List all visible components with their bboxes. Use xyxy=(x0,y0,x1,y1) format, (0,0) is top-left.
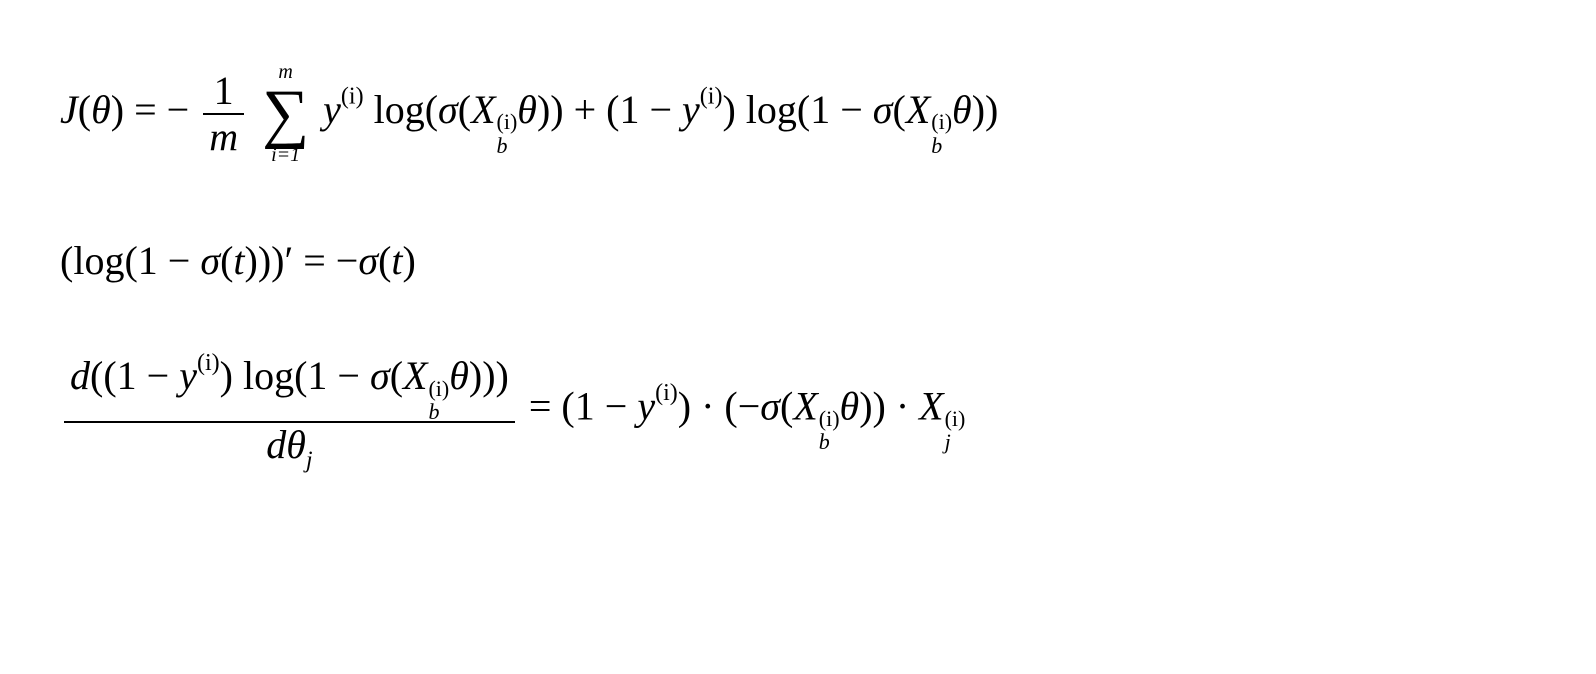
subscript-j: j xyxy=(945,432,966,453)
fraction-numerator: 1 xyxy=(203,69,244,115)
summation-symbol: m ∑ i=1 xyxy=(262,60,309,167)
symbol-sigma-fn: σ xyxy=(370,353,390,398)
subscript-b: b xyxy=(497,136,518,157)
symbol-y: y xyxy=(323,87,341,132)
superscript-i: (i) xyxy=(931,112,952,133)
symbol-t: t xyxy=(391,238,402,283)
open-paren: ( xyxy=(90,353,103,398)
open-paren: ( xyxy=(60,238,73,283)
close-double-paren: )) xyxy=(859,384,886,429)
open-paren: ( xyxy=(893,87,906,132)
supersub-b-i: (i)b xyxy=(819,409,840,451)
symbol-J: J xyxy=(60,87,78,132)
supersub-b-i: (i) b xyxy=(931,112,952,154)
close-paren: ) xyxy=(678,384,691,429)
one-minus: 1 − xyxy=(619,87,682,132)
superscript-i: (i) xyxy=(497,112,518,133)
symbol-sigma-fn: σ xyxy=(873,87,893,132)
one-minus: (1 − xyxy=(103,353,179,398)
superscript-i: (i) xyxy=(341,84,364,110)
subscript-j: j xyxy=(306,447,313,473)
equation-1: J(θ) = − 1 m m ∑ i=1 y(i) log(σ(X(i)bθ))… xyxy=(60,60,1596,167)
log-open: log( xyxy=(364,87,438,132)
equation-2: (log(1 − σ(t)))′ = −σ(t) xyxy=(60,237,1596,284)
symbol-sigma-fn: σ xyxy=(200,238,220,283)
symbol-y: y xyxy=(682,87,700,132)
equals-sign: = xyxy=(529,384,562,429)
close-double-paren: )) xyxy=(972,87,999,132)
superscript-i: (i) xyxy=(945,409,966,430)
one-minus: 1 − xyxy=(138,238,201,283)
symbol-X: X xyxy=(471,87,495,132)
open-paren: ( xyxy=(458,87,471,132)
open-paren: ( xyxy=(78,87,91,132)
plus-sign: + xyxy=(564,87,607,132)
symbol-theta: θ xyxy=(449,353,469,398)
close-paren: ) xyxy=(220,353,233,398)
superscript-i: (i) xyxy=(655,381,678,407)
symbol-y: y xyxy=(179,353,197,398)
symbol-sigma-fn: σ xyxy=(358,238,378,283)
equation-3: d((1 − y(i)) log(1 − σ(X(i)bθ))) dθj = (… xyxy=(60,354,1596,466)
open-paren: ( xyxy=(220,238,233,283)
symbol-sigma-fn: σ xyxy=(760,384,780,429)
sigma-icon: ∑ xyxy=(262,84,309,143)
derivative-numerator: d((1 − y(i)) log(1 − σ(X(i)bθ))) xyxy=(64,354,515,422)
symbol-theta: θ xyxy=(286,422,306,467)
symbol-theta: θ xyxy=(840,384,860,429)
close-double-paren: )) xyxy=(537,87,564,132)
equals-sign: = xyxy=(124,87,167,132)
symbol-X: X xyxy=(793,384,817,429)
close-paren: ) xyxy=(111,87,124,132)
dot-operator: · xyxy=(691,384,724,429)
open-paren: ( xyxy=(561,384,574,429)
fraction-one-over-m: 1 m xyxy=(203,69,244,159)
symbol-X: X xyxy=(906,87,930,132)
superscript-i: (i) xyxy=(428,379,449,400)
subscript-b: b xyxy=(428,402,449,423)
dot-operator: · xyxy=(886,384,919,429)
neg-open-paren: (− xyxy=(724,384,760,429)
superscript-i: (i) xyxy=(197,350,220,376)
log-open: log( xyxy=(73,238,137,283)
subscript-b: b xyxy=(931,136,952,157)
symbol-t: t xyxy=(233,238,244,283)
symbol-d: d xyxy=(70,353,90,398)
fraction-denominator: m xyxy=(203,115,244,159)
symbol-d: d xyxy=(266,422,286,467)
one-minus: 1 − xyxy=(810,87,873,132)
close-triple-paren: ))) xyxy=(469,353,509,398)
symbol-X: X xyxy=(403,353,427,398)
equals-sign: = xyxy=(293,238,336,283)
close-paren: ) xyxy=(403,238,416,283)
symbol-y: y xyxy=(637,384,655,429)
open-paren: ( xyxy=(606,87,619,132)
open-paren: ( xyxy=(780,384,793,429)
symbol-theta: θ xyxy=(952,87,972,132)
supersub-j-i: (i)j xyxy=(945,409,966,451)
supersub-b-i: (i) b xyxy=(497,112,518,154)
one-minus: 1 − xyxy=(307,353,370,398)
derivative-denominator: dθj xyxy=(64,423,515,467)
open-paren: ( xyxy=(378,238,391,283)
minus-sign: − xyxy=(167,87,190,132)
one-minus: 1 − xyxy=(575,384,638,429)
superscript-i: (i) xyxy=(700,84,723,110)
superscript-i: (i) xyxy=(819,409,840,430)
log-open: log( xyxy=(233,353,307,398)
derivative-fraction: d((1 − y(i)) log(1 − σ(X(i)bθ))) dθj xyxy=(64,354,515,466)
symbol-theta: θ xyxy=(91,87,111,132)
symbol-theta: θ xyxy=(517,87,537,132)
close-triple-paren-prime: )))′ xyxy=(245,238,294,283)
supersub-b-i: (i)b xyxy=(428,379,449,421)
minus-sign: − xyxy=(336,238,359,283)
symbol-sigma-fn: σ xyxy=(438,87,458,132)
close-paren: ) xyxy=(722,87,735,132)
open-paren: ( xyxy=(390,353,403,398)
subscript-b: b xyxy=(819,432,840,453)
log-open: log( xyxy=(736,87,810,132)
symbol-X: X xyxy=(919,384,943,429)
